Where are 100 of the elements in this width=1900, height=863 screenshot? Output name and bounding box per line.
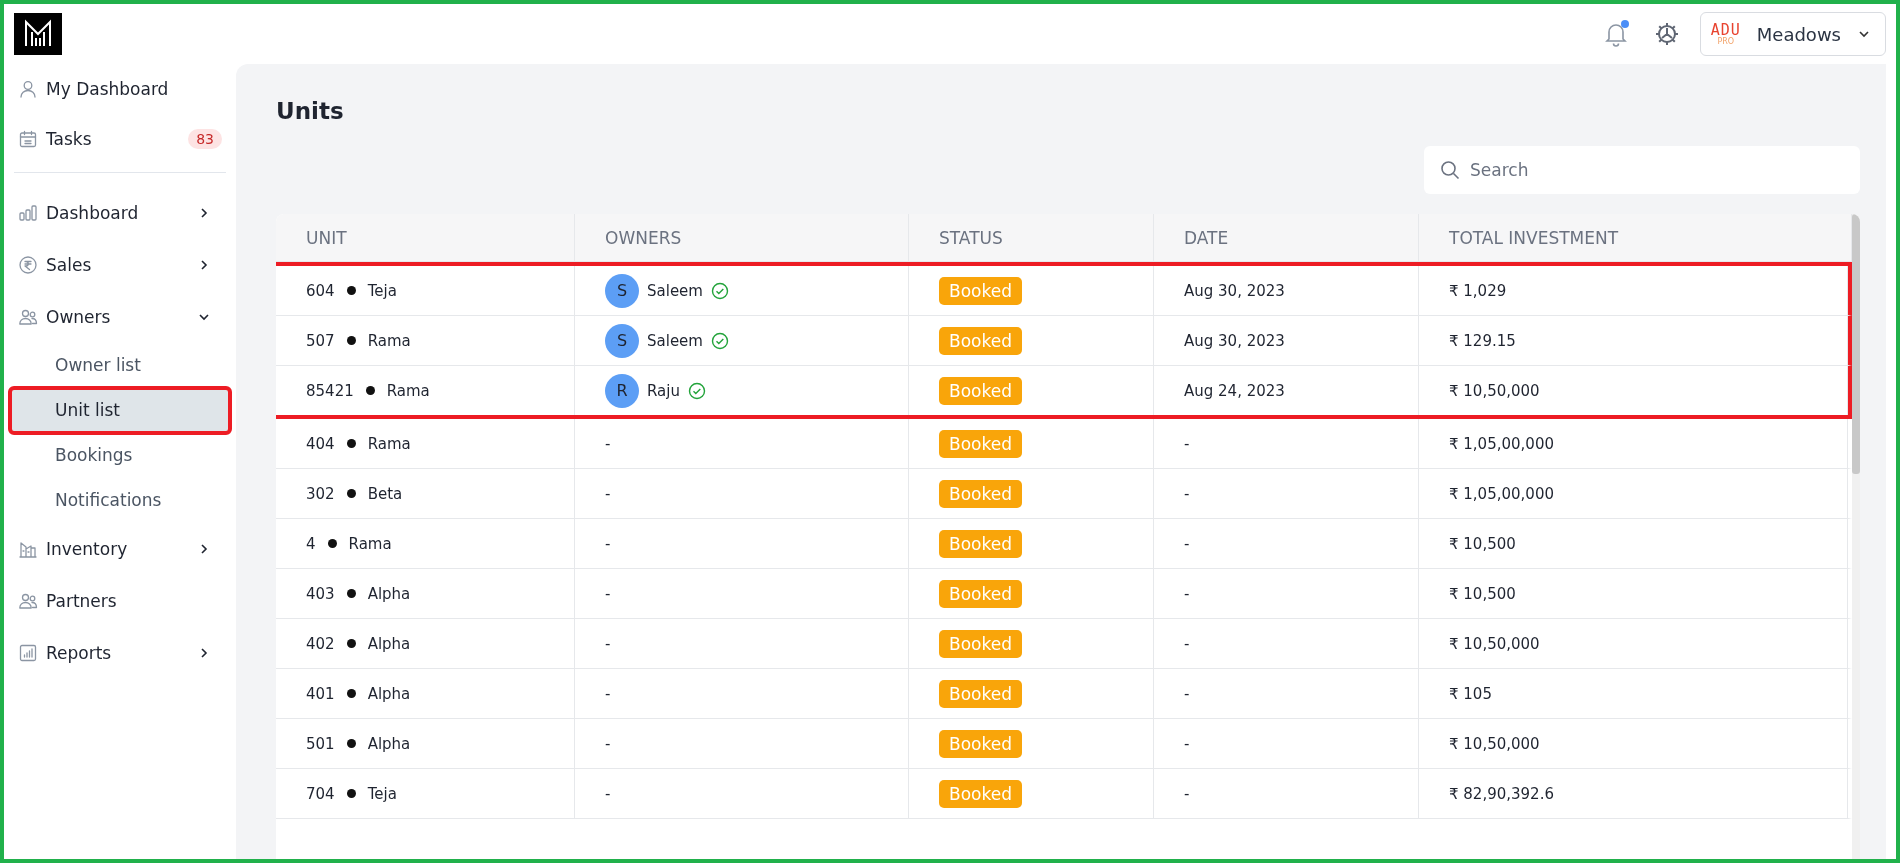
status-badge: Booked	[939, 429, 1022, 458]
table-cell: ₹ 105	[1449, 684, 1492, 703]
tower-name: Rama	[367, 331, 411, 350]
sidebar-item[interactable]: Sales	[10, 239, 230, 291]
table-row[interactable]: 501 Alpha - Booked - ₹ 10,50,000	[276, 719, 1852, 769]
table-row[interactable]: 401 Alpha - Booked - ₹ 105	[276, 669, 1852, 719]
table-cell: -	[605, 734, 611, 753]
count-badge: 83	[188, 129, 222, 149]
rupee-icon	[18, 255, 38, 275]
sidebar-item[interactable]: Tasks 83	[10, 114, 230, 164]
unit-number: 402	[306, 634, 335, 653]
sidebar-subitem[interactable]: Notifications	[10, 478, 230, 523]
column-header[interactable]: OWNERS	[575, 214, 909, 261]
user-icon	[18, 79, 38, 99]
bullet-icon	[346, 739, 356, 748]
table-cell: ₹ 1,029	[1449, 281, 1507, 300]
status-badge: Booked	[939, 729, 1022, 758]
table-row[interactable]: 85421 Rama R Raju Booked Aug 24, 2023 ₹ 10,50,000	[276, 366, 1852, 419]
table-row[interactable]: 704 Teja - Booked - ₹ 82,90,392.6	[276, 769, 1852, 819]
calendar-icon	[18, 129, 38, 149]
status-badge: Booked	[939, 629, 1022, 658]
status-badge: Booked	[939, 779, 1022, 808]
search-field[interactable]: Search	[1424, 146, 1860, 194]
table-cell: -	[1184, 634, 1190, 653]
tower-name: Alpha	[367, 634, 411, 653]
column-header[interactable]: UNIT	[276, 214, 575, 261]
tower-name: Rama	[386, 381, 430, 400]
sidebar-item[interactable]: Owners	[10, 291, 230, 343]
bullet-icon	[346, 336, 356, 345]
table-cell: ₹ 10,500	[1449, 584, 1516, 603]
status-badge: Booked	[939, 529, 1022, 558]
page-title: Units	[276, 98, 345, 124]
bullet-icon	[346, 639, 356, 648]
bullet-icon	[346, 286, 356, 295]
table-cell: Aug 30, 2023	[1184, 331, 1285, 350]
table-cell: -	[1184, 534, 1190, 553]
column-header[interactable]: DATE	[1154, 214, 1419, 261]
avatar: S	[605, 323, 639, 358]
table-cell: ₹ 10,50,000	[1449, 381, 1540, 400]
sidebar-item[interactable]: Partners	[10, 575, 230, 627]
sidebar-item[interactable]: Inventory	[10, 523, 230, 575]
search-icon	[1440, 160, 1460, 180]
table-row[interactable]: 302 Beta - Booked - ₹ 1,05,00,000	[276, 469, 1852, 519]
sidebar-subitem[interactable]: Owner list	[10, 343, 230, 388]
bullet-icon	[346, 689, 356, 698]
table-cell: -	[1184, 684, 1190, 703]
notification-bell-icon[interactable]	[1603, 21, 1628, 47]
owner-name: Saleem	[647, 331, 703, 350]
table-cell: ₹ 1,05,00,000	[1449, 434, 1554, 453]
bullet-icon	[327, 539, 337, 548]
scrollbar[interactable]	[1852, 214, 1860, 859]
sidebar-subitem[interactable]: Bookings	[10, 433, 230, 478]
table-cell: Aug 30, 2023	[1184, 281, 1285, 300]
report-chart-icon	[18, 643, 38, 663]
table-cell: -	[605, 434, 611, 453]
avatar: S	[605, 273, 639, 308]
sidebar-item[interactable]: My Dashboard	[10, 64, 230, 114]
bullet-icon	[346, 489, 356, 498]
status-badge: Booked	[939, 479, 1022, 508]
sidebar-item[interactable]: Reports	[10, 627, 230, 679]
avatar: R	[605, 373, 639, 408]
tower-name: Rama	[367, 434, 411, 453]
table-row[interactable]: 404 Rama - Booked - ₹ 1,05,00,000	[276, 419, 1852, 469]
table-row[interactable]: 4 Rama - Booked - ₹ 10,500	[276, 519, 1852, 569]
table-row[interactable]: 402 Alpha - Booked - ₹ 10,50,000	[276, 619, 1852, 669]
users-icon	[18, 307, 38, 327]
table-cell: -	[1184, 584, 1190, 603]
table-cell: -	[1184, 484, 1190, 503]
tower-name: Beta	[367, 484, 403, 503]
table-cell: ₹ 10,50,000	[1449, 634, 1540, 653]
table-row[interactable]: 403 Alpha - Booked - ₹ 10,500	[276, 569, 1852, 619]
table-cell: -	[605, 534, 611, 553]
table-row[interactable]: 507 Rama S Saleem Booked Aug 30, 2023 ₹ 129.15	[276, 316, 1852, 366]
status-badge: Booked	[939, 376, 1022, 405]
owner-name: Raju	[647, 381, 680, 400]
project-selector[interactable]: ADU PRO Meadows	[1699, 12, 1886, 56]
table-cell: -	[1184, 734, 1190, 753]
table-cell: ₹ 10,50,000	[1449, 734, 1540, 753]
unit-number: 401	[306, 684, 335, 703]
bullet-icon	[346, 589, 356, 598]
users-icon	[18, 591, 38, 611]
status-badge: Booked	[939, 326, 1022, 355]
table-cell: ₹ 82,90,392.6	[1449, 784, 1554, 803]
tower-name: Teja	[367, 784, 397, 803]
table-cell: -	[605, 634, 611, 653]
table-cell: -	[605, 684, 611, 703]
status-badge: Booked	[939, 679, 1022, 708]
settings-icon[interactable]	[1653, 21, 1680, 47]
unit-number: 604	[306, 281, 335, 300]
column-header[interactable]: STATUS	[909, 214, 1154, 261]
table-cell: -	[605, 784, 611, 803]
sidebar-subitem[interactable]: Unit list	[10, 388, 230, 433]
table-row[interactable]: 604 Teja S Saleem Booked Aug 30, 2023 ₹ 1,029	[276, 262, 1852, 316]
unit-number: 4	[306, 534, 316, 553]
unit-number: 507	[306, 331, 335, 350]
sidebar-item[interactable]: Dashboard	[10, 187, 230, 239]
table-cell: Aug 24, 2023	[1184, 381, 1285, 400]
bullet-icon	[346, 789, 356, 798]
unit-number: 404	[306, 434, 335, 453]
app-logo[interactable]	[14, 13, 62, 55]
